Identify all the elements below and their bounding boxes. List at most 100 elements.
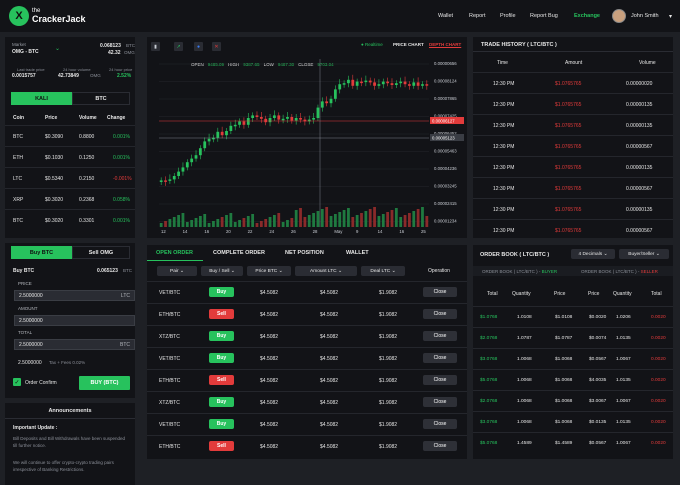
tab-buy-btc[interactable]: Buy BTC: [11, 246, 72, 259]
nav-exchange[interactable]: Exchange: [574, 13, 600, 19]
close-order-button[interactable]: Close: [423, 375, 457, 385]
cell-time: 12:30 PM: [493, 123, 515, 129]
filter-buy-sell[interactable]: Buy / Sell ⌄: [201, 266, 243, 276]
nav-report[interactable]: Report: [469, 13, 486, 19]
decimals-select[interactable]: 4 Decimals ⌄: [571, 249, 615, 259]
cell-amount-ltc: $4.5082: [320, 290, 339, 296]
close-order-button[interactable]: Close: [423, 441, 457, 451]
cell-sell-total: 0.0020: [651, 441, 666, 446]
cell-price-btc: $4.5082: [260, 334, 279, 340]
cell-price: $0.5340: [45, 176, 64, 182]
announcements-panel: Announcements Important Update : Bill De…: [5, 403, 135, 485]
tab-wallet[interactable]: WALLET: [346, 250, 369, 256]
table-row[interactable]: XRP $0.3020 0.2368 0.058%: [5, 188, 135, 209]
price-input[interactable]: 2.5000000 LTC: [14, 290, 135, 301]
mode-select[interactable]: Buyer/Seller ⌄: [619, 249, 669, 259]
logo-icon[interactable]: X: [9, 6, 29, 26]
close-order-button[interactable]: Close: [423, 309, 457, 319]
tab-complete-order[interactable]: COMPLETE ORDER: [213, 250, 265, 256]
order-form-panel: Buy BTC Sell OMG Buy BTC 0.065123 BTC PR…: [5, 243, 135, 398]
filter-amount-ltc[interactable]: Amount LTC ⌄: [295, 266, 357, 276]
total-unit: BTC: [120, 341, 130, 348]
cell-deal-ltc: $1.9082: [379, 290, 398, 296]
price-btc-unit: BTC: [126, 43, 135, 48]
volume-bar: [290, 218, 294, 227]
candle-body: [294, 118, 298, 121]
announcements-title: Announcements: [48, 408, 92, 414]
volume-bar: [377, 216, 381, 227]
volume-bar: [259, 221, 263, 227]
cell-amount: $1.0765765: [555, 207, 582, 213]
volume-bar: [190, 220, 194, 227]
close-order-button[interactable]: Close: [423, 331, 457, 341]
amount-input[interactable]: 2.5000000: [14, 315, 135, 326]
buy-badge[interactable]: Buy: [209, 331, 234, 341]
volume-bar: [294, 210, 298, 227]
table-row: VET/BTC Buy $4.5082 $4.5082 $1.9082 Close: [147, 413, 467, 435]
table-row[interactable]: ETH $0.1030 0.1250 0.001%: [5, 146, 135, 167]
table-row[interactable]: BTC $0.3020 0.3301 0.001%: [5, 209, 135, 230]
table-row: 12:30 PM $1.0765765 0.00000135: [473, 198, 673, 219]
close-order-button[interactable]: Close: [423, 397, 457, 407]
stat-value-volume: 42.73849: [58, 73, 79, 79]
cell-buy-price: $1.0068: [555, 399, 573, 404]
table-row[interactable]: BTC $0.3090 0.8800 0.001%: [5, 125, 135, 146]
sell-badge[interactable]: Sell: [209, 441, 234, 451]
buy-btc-button[interactable]: BUY (BTC): [79, 376, 130, 390]
buy-badge[interactable]: Buy: [209, 419, 234, 429]
close-order-button[interactable]: Close: [423, 353, 457, 363]
tab-open-order[interactable]: OPEN ORDER: [156, 250, 193, 256]
table-row: $5.0768 1.0068 $1.0068 $4.0035 1.0135 0.0020: [473, 369, 673, 390]
tab-btc[interactable]: BTC: [72, 92, 130, 105]
sell-badge[interactable]: Sell: [209, 309, 234, 319]
table-row: ETH/BTC Sell $4.5082 $4.5082 $1.9082 Close: [147, 369, 467, 391]
buy-badge[interactable]: Buy: [209, 353, 234, 363]
nav-profile[interactable]: Profile: [500, 13, 516, 19]
chevron-down-icon[interactable]: ⌄: [55, 45, 60, 52]
user-avatar[interactable]: [612, 9, 626, 23]
close-order-button[interactable]: Close: [423, 287, 457, 297]
cell-time: 12:30 PM: [493, 144, 515, 150]
price-unit: LTC: [120, 292, 130, 299]
confirm-checkbox[interactable]: ✓: [13, 378, 21, 386]
filter-price-btc[interactable]: Price BTC ⌄: [247, 266, 291, 276]
candle-body: [164, 180, 167, 182]
close-order-button[interactable]: Close: [423, 419, 457, 429]
user-name[interactable]: John Smith: [631, 13, 659, 19]
volume-bar: [172, 217, 176, 227]
sell-badge[interactable]: Sell: [209, 375, 234, 385]
cell-price: $0.1030: [45, 155, 64, 161]
nav-report-bug[interactable]: Report Bug: [530, 13, 558, 19]
buy-badge[interactable]: Buy: [209, 287, 234, 297]
table-row[interactable]: LTC $0.5340 0.2150 -0.001%: [5, 167, 135, 188]
candle-body: [355, 81, 359, 86]
table-row: $1.0768 1.0108 $1.0108 $0.0020 1.0206 0.0020: [473, 306, 673, 327]
candle-body: [286, 117, 289, 119]
cell-time: 12:30 PM: [493, 207, 515, 213]
cell-buy-quantity: 1.0787: [517, 336, 532, 341]
cell-sell-quantity: 1.0135: [616, 336, 631, 341]
candlestick-chart[interactable]: 0.000006560.000081240.000078650.00007425…: [147, 37, 467, 238]
user-caret-icon[interactable]: ▾: [669, 13, 672, 20]
market-pair-select[interactable]: OMG - BTC: [12, 49, 39, 55]
cell-pair: XTZ/BTC: [159, 400, 180, 406]
tab-sell-omg[interactable]: Sell OMG: [72, 246, 130, 259]
tab-net-position[interactable]: NET POSITION: [285, 250, 324, 256]
x-tick-label: 20: [226, 229, 231, 234]
volume-bar: [408, 213, 411, 227]
cell-volume: 0.1250: [79, 155, 95, 161]
tab-kali[interactable]: KALI: [11, 92, 72, 105]
filter-pair[interactable]: Pair ⌄: [157, 266, 197, 276]
table-row: $3.0768 1.0068 $1.0068 $0.0567 1.0067 0.0020: [473, 348, 673, 369]
volume-bar: [355, 215, 359, 227]
cell-sell-quantity: 1.0067: [616, 441, 631, 446]
buy-badge[interactable]: Buy: [209, 397, 234, 407]
nav-wallet[interactable]: Wallet: [438, 13, 453, 19]
volume-bar: [364, 211, 368, 227]
total-input[interactable]: 2.5000000 BTC: [14, 339, 135, 350]
filter-deal-ltc[interactable]: Deal LTC ⌄: [361, 266, 405, 276]
volume-bar: [164, 221, 167, 227]
cell-volume: 0.00000135: [626, 123, 653, 129]
cell-amount: $1.0765765: [555, 81, 582, 87]
volume-bar: [320, 209, 324, 227]
